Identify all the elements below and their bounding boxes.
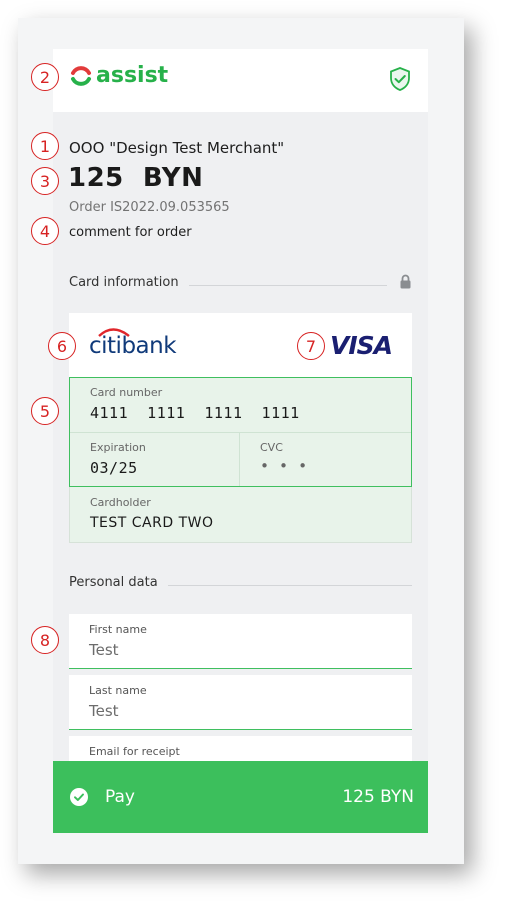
first-name-value: Test (89, 641, 119, 659)
header: assist (53, 49, 428, 112)
expiration-field[interactable]: Expiration 03/25 (70, 433, 239, 486)
cvc-value: • • • (260, 457, 308, 475)
last-name-value: Test (89, 702, 119, 720)
payment-panel: assist OOO "Design Test Merchant" 125 BY… (53, 49, 428, 833)
citibank-logo: citibank (89, 328, 177, 359)
payment-amount: 125 BYN (68, 163, 204, 193)
lock-icon (400, 274, 411, 289)
card-number-field[interactable]: Card number 4111 1111 1111 1111 (70, 378, 411, 432)
pay-button-amount: 125 BYN (342, 787, 414, 807)
annotation-badge-2: 2 (31, 63, 59, 91)
email-label: Email for receipt (89, 745, 180, 758)
cardholder-field[interactable]: Cardholder TEST CARD TWO (69, 487, 412, 543)
annotation-badge-4: 4 (31, 217, 59, 245)
expiration-label: Expiration (90, 441, 146, 454)
order-comment: comment for order (69, 225, 192, 240)
card-form: citibank VISA Card number 4111 1111 1111… (69, 313, 412, 543)
expiration-value: 03/25 (90, 459, 138, 477)
card-number-value: 4111 1111 1111 1111 (90, 404, 300, 422)
personal-section-title: Personal data (69, 575, 168, 590)
assist-logo: assist (69, 63, 168, 88)
card-section-title: Card information (69, 275, 189, 290)
last-name-field[interactable]: Last name Test (69, 675, 412, 730)
annotation-badge-3: 3 (31, 167, 59, 195)
assist-logo-icon (71, 65, 91, 86)
annotation-badge-5: 5 (31, 397, 59, 425)
first-name-field[interactable]: First name Test (69, 614, 412, 669)
annotation-badge-1: 1 (31, 132, 59, 160)
logo-text: assist (96, 63, 169, 88)
citibank-arc-icon (98, 328, 130, 337)
order-number: Order IS2022.09.053565 (69, 200, 230, 215)
annotation-badge-8: 8 (31, 626, 59, 654)
cardholder-value: TEST CARD TWO (90, 515, 214, 531)
annotation-badge-7: 7 (297, 332, 325, 360)
visa-logo: VISA (329, 331, 393, 360)
check-circle-icon (70, 788, 88, 806)
annotation-badge-6: 6 (48, 332, 76, 360)
last-name-label: Last name (89, 684, 147, 697)
card-number-label: Card number (90, 386, 163, 399)
merchant-name: OOO "Design Test Merchant" (69, 139, 285, 157)
shield-check-icon (390, 67, 410, 91)
cardholder-label: Cardholder (90, 496, 151, 509)
first-name-label: First name (89, 623, 147, 636)
pay-button[interactable]: Pay 125 BYN (53, 761, 428, 833)
cvc-field[interactable]: CVC • • • (240, 433, 411, 486)
cvc-label: CVC (260, 441, 283, 454)
card-fields-group: Card number 4111 1111 1111 1111 Expirati… (69, 377, 412, 487)
pay-button-label: Pay (105, 787, 135, 807)
